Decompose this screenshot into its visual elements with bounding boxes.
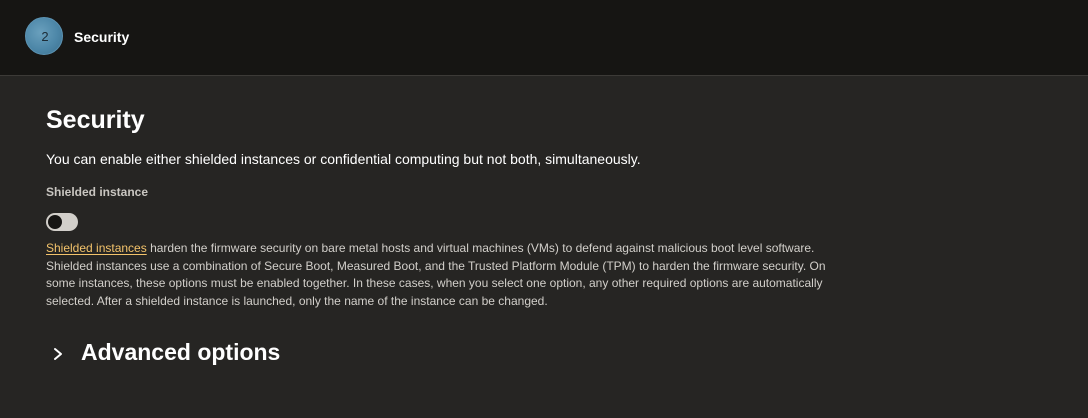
shielded-instances-link[interactable]: Shielded instances [46,241,147,255]
shielded-instance-description-text: harden the firmware security on bare met… [46,241,826,308]
section-heading: Security [46,106,145,134]
chevron-right-icon [54,348,62,360]
advanced-options-label: Advanced options [81,339,281,365]
shielded-instance-toggle[interactable] [46,213,78,231]
shielded-instance-description: Shielded instances harden the firmware s… [46,240,846,310]
step-number: 2 [41,29,49,44]
step-number-badge: 2 [25,17,63,55]
step-title: Security [74,29,130,45]
wizard-step-header: 2 Security [0,0,1088,76]
shielded-instance-label: Shielded instance [46,185,149,199]
section-intro-text: You can enable either shielded instances… [46,151,641,167]
toggle-knob [48,215,62,229]
